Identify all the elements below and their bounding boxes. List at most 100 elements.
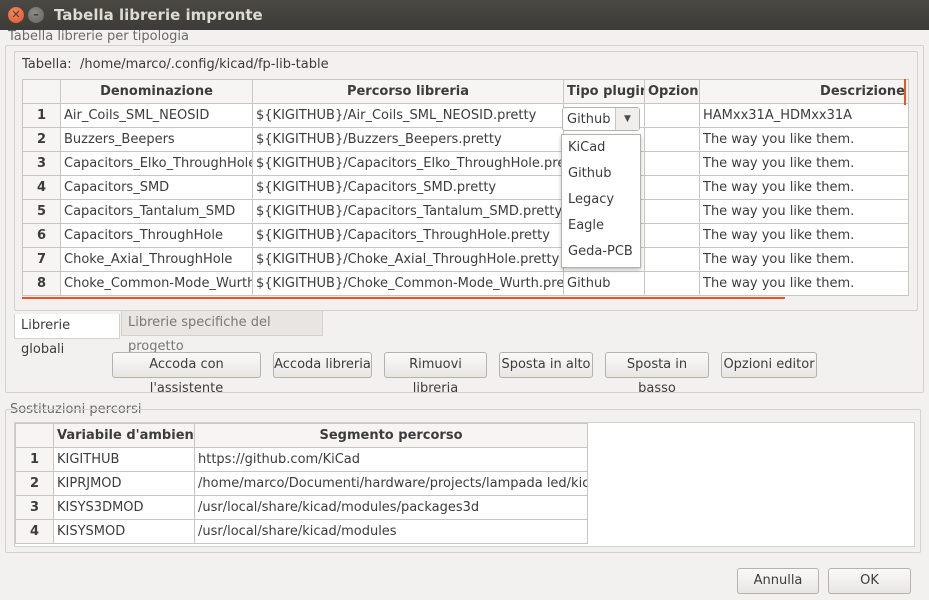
plugin-option-geda-pcb[interactable]: Geda-PCB (562, 239, 640, 265)
library-name-cell[interactable]: Capacitors_Elko_ThroughHole (60, 151, 253, 176)
scroll-indicator (22, 297, 785, 299)
table-row[interactable]: 1 Air_Coils_SML_NEOSID ${KIGITHUB}/Air_Coi… (22, 103, 909, 128)
row-header[interactable]: 8 (22, 271, 61, 296)
description-cell[interactable]: The way you like them. (699, 127, 909, 152)
library-path-cell[interactable]: ${KIGITHUB}/Capacitors_ThroughHole.prett… (252, 223, 564, 248)
table-row[interactable]: 8 Choke_Common-Mode_Wurth ${KIGITHUB}/Chok… (22, 271, 909, 296)
table-row[interactable]: 5 Capacitors_Tantalum_SMD ${KIGITHUB}/Capa… (22, 199, 909, 224)
column-header-plugin[interactable]: Tipo plugin (563, 79, 645, 104)
corner-cell[interactable] (22, 79, 61, 104)
row-header[interactable]: 2 (15, 471, 54, 496)
library-name-cell[interactable]: Choke_Common-Mode_Wurth (60, 271, 253, 296)
move-down-button[interactable]: Sposta in basso (605, 352, 709, 396)
description-cell[interactable]: The way you like them. (699, 151, 909, 176)
column-header-path[interactable]: Percorso libreria (252, 79, 564, 104)
library-path-cell[interactable]: ${KIGITHUB}/Capacitors_SMD.pretty (252, 175, 564, 200)
description-cell[interactable]: HAMxx31A_HDMxx31A (699, 103, 909, 128)
row-header[interactable]: 3 (22, 151, 61, 176)
library-name-cell[interactable]: Capacitors_ThroughHole (60, 223, 253, 248)
description-cell[interactable]: The way you like them. (699, 223, 909, 248)
options-cell[interactable] (644, 103, 700, 128)
plugin-option-kicad[interactable]: KiCad (562, 135, 640, 161)
row-header[interactable]: 5 (22, 199, 61, 224)
env-variable-cell[interactable]: KIPRJMOD (53, 471, 195, 496)
library-path-cell[interactable]: ${KIGITHUB}/Choke_Axial_ThroughHole.pret… (252, 247, 564, 272)
table-row[interactable]: 1 KIGITHUB https://github.com/KiCad (15, 447, 588, 472)
env-variable-cell[interactable]: KIGITHUB (53, 447, 195, 472)
close-window-button[interactable]: ✕ (8, 7, 24, 23)
row-header[interactable]: 2 (22, 127, 61, 152)
table-row[interactable]: 7 Choke_Axial_ThroughHole ${KIGITHUB}/Chok… (22, 247, 909, 272)
tab-global-libraries[interactable]: Librerie globali (14, 314, 120, 357)
library-path-cell[interactable]: ${KIGITHUB}/Buzzers_Beepers.pretty (252, 127, 564, 152)
append-library-button[interactable]: Accoda libreria (273, 352, 372, 378)
options-cell[interactable] (644, 127, 700, 152)
editor-options-button[interactable]: Opzioni editor (721, 352, 817, 378)
library-path-cell[interactable]: ${KIGITHUB}/Air_Coils_SML_NEOSID.pretty (252, 103, 564, 128)
row-header[interactable]: 6 (22, 223, 61, 248)
table-row[interactable]: 4 Capacitors_SMD ${KIGITHUB}/Capacitors_SM… (22, 175, 909, 200)
env-corner-cell[interactable] (15, 423, 54, 448)
library-path-value: /home/marco/.config/kicad/fp-lib-table (80, 57, 329, 72)
library-path-cell[interactable]: ${KIGITHUB}/Choke_Common-Mode_Wurth.pret… (252, 271, 564, 296)
table-row[interactable]: 3 Capacitors_Elko_ThroughHole ${KIGITHUB}/… (22, 151, 909, 176)
plugin-option-github[interactable]: Github (562, 161, 640, 187)
resize-indicator (904, 79, 906, 105)
description-cell[interactable]: The way you like them. (699, 271, 909, 296)
description-cell[interactable]: The way you like them. (699, 199, 909, 224)
options-cell[interactable] (644, 223, 700, 248)
plugin-type-dropdown: KiCad Github Legacy Eagle Geda-PCB (561, 134, 641, 268)
description-cell[interactable]: The way you like them. (699, 247, 909, 272)
library-path-cell[interactable]: ${KIGITHUB}/Capacitors_Tantalum_SMD.pret… (252, 199, 564, 224)
column-header-options[interactable]: Opzioni (644, 79, 700, 104)
env-table-header: Variabile d'ambiente Segmento percorso (15, 423, 588, 448)
env-path-cell[interactable]: /home/marco/Documenti/hardware/projects/… (194, 471, 588, 496)
dropdown-arrow-icon[interactable]: ▼ (615, 108, 639, 130)
table-row[interactable]: 2 Buzzers_Beepers ${KIGITHUB}/Buzzers_Beep… (22, 127, 909, 152)
library-name-cell[interactable]: Buzzers_Beepers (60, 127, 253, 152)
cancel-button[interactable]: Annulla (737, 568, 819, 594)
plugin-option-eagle[interactable]: Eagle (562, 213, 640, 239)
description-cell[interactable]: The way you like them. (699, 175, 909, 200)
options-cell[interactable] (644, 199, 700, 224)
options-cell[interactable] (644, 175, 700, 200)
table-row[interactable]: 4 KISYSMOD/usr/local/share/kicad/modules (15, 519, 588, 544)
library-path-cell[interactable]: ${KIGITHUB}/Capacitors_Elko_ThroughHole.… (252, 151, 564, 176)
title-bar: ✕ – Tabella librerie impronte (0, 0, 929, 30)
library-name-cell[interactable]: Capacitors_Tantalum_SMD (60, 199, 253, 224)
env-path-cell[interactable]: /usr/local/share/kicad/modules/packages3… (194, 495, 588, 520)
row-header[interactable]: 3 (15, 495, 54, 520)
library-name-cell[interactable]: Air_Coils_SML_NEOSID (60, 103, 253, 128)
options-cell[interactable] (644, 247, 700, 272)
column-header-name[interactable]: Denominazione (60, 79, 253, 104)
env-path-cell[interactable]: /usr/local/share/kicad/modules (194, 519, 588, 544)
column-header-description[interactable]: Descrizione (699, 79, 909, 104)
minimize-window-button[interactable]: – (28, 7, 44, 23)
table-row[interactable]: 2 KIPRJMOD/home/marco/Documenti/hardware/… (15, 471, 588, 496)
library-name-cell[interactable]: Choke_Axial_ThroughHole (60, 247, 253, 272)
library-name-cell[interactable]: Capacitors_SMD (60, 175, 253, 200)
env-variable-cell[interactable]: KISYSMOD (53, 519, 195, 544)
plugin-option-legacy[interactable]: Legacy (562, 187, 640, 213)
row-header[interactable]: 7 (22, 247, 61, 272)
env-path-cell[interactable]: https://github.com/KiCad (194, 447, 588, 472)
ok-button[interactable]: OK (828, 568, 911, 594)
env-variable-cell[interactable]: KISYS3DMOD (53, 495, 195, 520)
row-header[interactable]: 1 (15, 447, 54, 472)
table-row[interactable]: 3 KISYS3DMOD/usr/local/share/kicad/module… (15, 495, 588, 520)
remove-library-button[interactable]: Rimuovi libreria (384, 352, 487, 396)
row-header[interactable]: 4 (22, 175, 61, 200)
move-up-button[interactable]: Sposta in alto (499, 352, 593, 378)
tab-project-libraries[interactable]: Librerie specifiche del progetto (121, 311, 323, 354)
options-cell[interactable] (644, 271, 700, 296)
plugin-type-cell[interactable]: Github (563, 271, 645, 296)
column-header-segment[interactable]: Segmento percorso (194, 423, 588, 448)
append-with-wizard-button[interactable]: Accoda con l'assistente (112, 352, 261, 396)
options-cell[interactable] (644, 151, 700, 176)
row-header[interactable]: 4 (15, 519, 54, 544)
column-header-variable[interactable]: Variabile d'ambiente (53, 423, 195, 448)
row-header[interactable]: 1 (22, 103, 61, 128)
table-row[interactable]: 6 Capacitors_ThroughHole ${KIGITHUB}/Capac… (22, 223, 909, 248)
plugin-type-combo[interactable]: Github ▼ (562, 107, 640, 131)
library-table-header: Denominazione Percorso libreria Tipo plu… (22, 79, 909, 104)
